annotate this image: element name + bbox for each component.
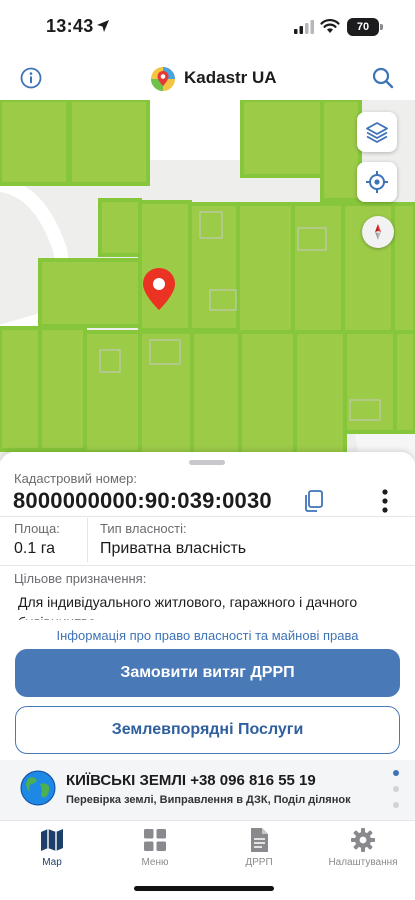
- map-view[interactable]: [0, 100, 415, 460]
- location-arrow-icon: [97, 20, 109, 32]
- wifi-icon: [320, 19, 340, 33]
- status-bar: 13:43 70: [0, 0, 415, 56]
- copy-icon[interactable]: [302, 489, 324, 513]
- compass-icon: [375, 224, 381, 240]
- area-value: 0.1 га: [14, 540, 56, 557]
- search-icon[interactable]: [371, 66, 395, 90]
- tab-map[interactable]: Мар: [7, 827, 97, 868]
- nav-bar: Kadastr UA: [0, 56, 415, 100]
- promo-banner[interactable]: КИЇВСЬКІ ЗЕМЛІ +38 096 816 55 19 Перевір…: [0, 760, 415, 820]
- land-services-button[interactable]: Землевпорядні Послуги: [15, 706, 400, 754]
- layers-icon: [366, 122, 388, 143]
- purpose-label: Цільове призначення:: [14, 571, 147, 586]
- map-pin-icon[interactable]: [141, 266, 177, 312]
- globe-icon: [20, 770, 56, 806]
- order-extract-button[interactable]: Замовити витяг ДРРП: [15, 649, 400, 697]
- tab-label: Налаштування: [328, 857, 398, 868]
- tab-label: Меню: [141, 857, 169, 868]
- locate-me-button[interactable]: [357, 162, 397, 202]
- rights-info-link[interactable]: Інформація про право власності та майнов…: [0, 628, 415, 643]
- grid-icon: [144, 829, 166, 851]
- divider: [87, 518, 88, 562]
- gear-icon: [351, 828, 375, 852]
- tab-settings[interactable]: Налаштування: [318, 827, 408, 868]
- page-dot: [393, 802, 399, 808]
- cadastral-map[interactable]: [0, 100, 415, 460]
- cellular-signal-icon: [294, 20, 314, 34]
- status-time: 13:43: [46, 16, 94, 36]
- promo-title: КИЇВСЬКІ ЗЕМЛІ +38 096 816 55 19: [66, 772, 316, 789]
- more-options-icon[interactable]: [375, 488, 395, 514]
- area-label: Площа:: [14, 521, 60, 536]
- info-icon[interactable]: [20, 67, 42, 89]
- home-indicator: [134, 886, 274, 891]
- map-icon: [41, 829, 63, 851]
- purpose-box: Для індивідуального житлового, гаражного…: [14, 588, 397, 620]
- tab-label: Мар: [42, 857, 62, 868]
- battery-tip: [380, 24, 383, 30]
- tab-drrp[interactable]: ДРРП: [214, 827, 304, 868]
- divider: [0, 565, 415, 566]
- ownership-type-value: Приватна власність: [100, 540, 247, 557]
- crosshair-icon: [366, 171, 388, 193]
- promo-subtitle: Перевірка землі, Виправлення в ДЗК, Поді…: [66, 794, 351, 806]
- compass-button[interactable]: [362, 216, 394, 248]
- cadastral-number-label: Кадастровий номер:: [14, 471, 137, 486]
- page-dot: [393, 770, 399, 776]
- battery-indicator: 70: [347, 18, 379, 36]
- tab-menu[interactable]: Меню: [110, 827, 200, 868]
- promo-page-indicator: [393, 770, 399, 818]
- tab-label: ДРРП: [245, 857, 273, 868]
- divider: [0, 516, 415, 517]
- page-dot: [393, 786, 399, 792]
- document-icon: [251, 828, 268, 852]
- ownership-type-label: Тип власності:: [100, 521, 187, 536]
- sheet-grabber[interactable]: [189, 460, 225, 465]
- purpose-value: Для індивідуального житлового, гаражного…: [18, 594, 358, 620]
- app-logo-icon: [151, 67, 175, 91]
- cadastral-number: 8000000000:90:039:0030: [13, 488, 272, 513]
- layers-button[interactable]: [357, 112, 397, 152]
- app-title: Kadastr UA: [184, 68, 277, 87]
